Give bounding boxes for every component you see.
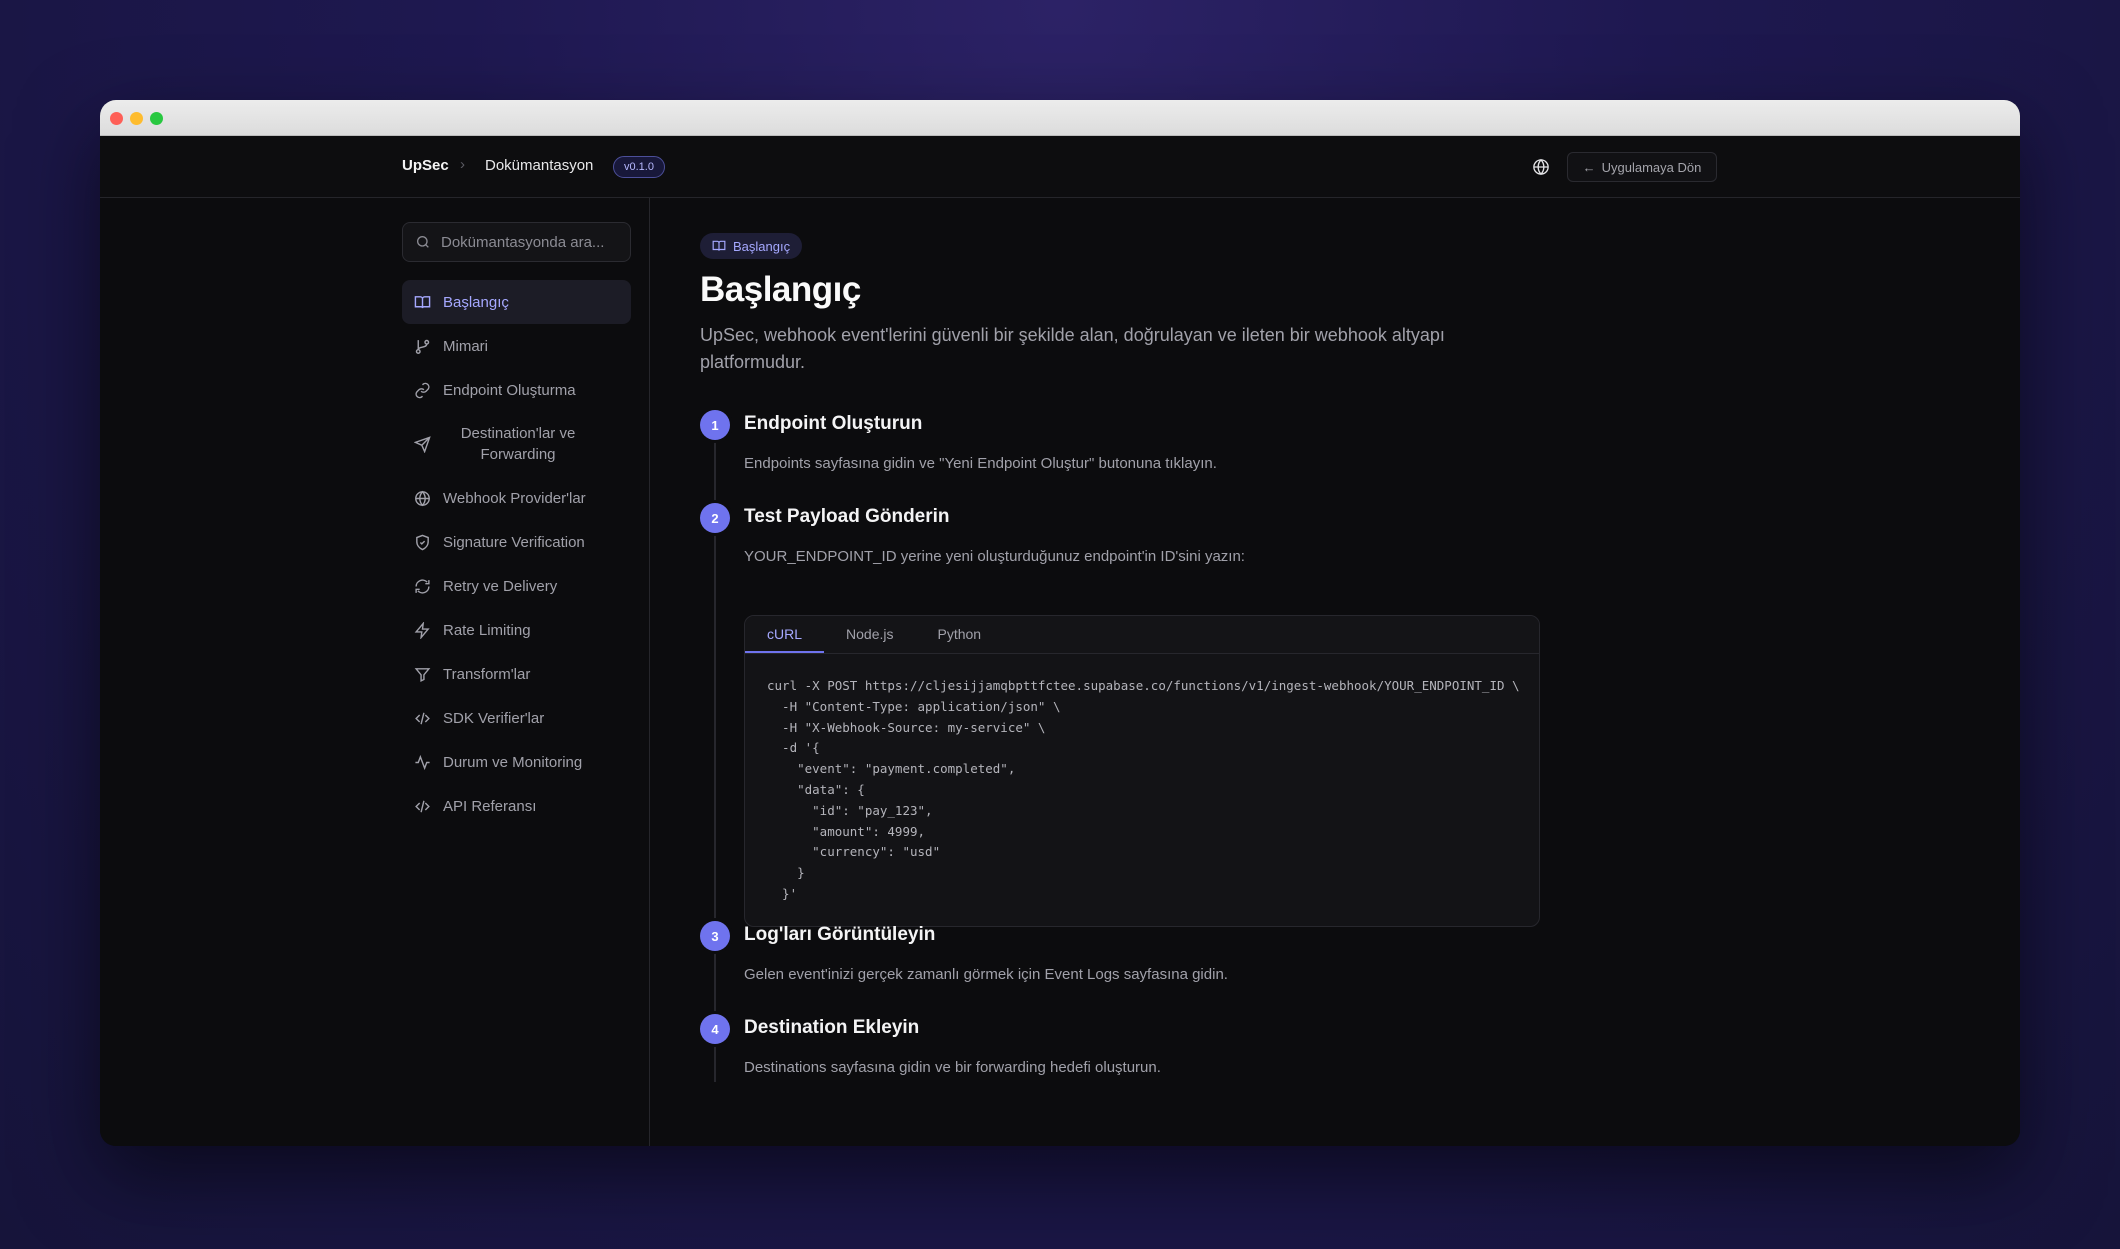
book-open-icon	[712, 240, 726, 251]
book-open-icon	[414, 295, 431, 308]
link-icon	[415, 382, 430, 398]
breadcrumb-separator: ›	[460, 156, 465, 173]
sidebar-item-transforms[interactable]: Transform'lar	[402, 652, 631, 696]
code-example: cURL Node.js Python curl -X POST https:/…	[744, 615, 1540, 927]
step-title: Test Payload Gönderin	[744, 506, 950, 527]
step-title: Endpoint Oluşturun	[744, 413, 923, 434]
sidebar-item-mimari[interactable]: Mimari	[402, 324, 631, 368]
docs-nav: Başlangıç Mimari Endpoint Oluşturma Dest…	[402, 280, 631, 828]
globe-icon	[415, 490, 430, 506]
sidebar-item-label: Transform'lar	[443, 665, 531, 683]
activity-icon	[415, 754, 430, 770]
sidebar-item-label: Mimari	[443, 337, 488, 355]
sidebar-item-endpoint[interactable]: Endpoint Oluşturma	[402, 368, 631, 412]
sidebar-item-retry[interactable]: Retry ve Delivery	[402, 564, 631, 608]
step-text: Destinations sayfasına gidin ve bir forw…	[744, 1059, 1161, 1076]
tab-python[interactable]: Python	[915, 616, 1003, 653]
send-icon	[414, 435, 431, 453]
step-title: Log'ları Görüntüleyin	[744, 924, 936, 945]
sidebar-item-label: API Referansı	[443, 797, 537, 815]
docs-content: Başlangıç Başlangıç UpSec, webhook event…	[651, 198, 2020, 1146]
step-text: Gelen event'inizi gerçek zamanlı görmek …	[744, 966, 1228, 983]
browser-window: UpSec › Dokümantasyon v0.1.0 ← Uygulamay…	[100, 100, 2020, 1146]
code-block[interactable]: curl -X POST https://cljesijjamqbpttfcte…	[745, 654, 1539, 926]
sidebar-item-sdk[interactable]: SDK Verifier'lar	[402, 696, 631, 740]
step-title: Destination Ekleyin	[744, 1017, 920, 1038]
sidebar-item-destinations[interactable]: Destination'lar ve Forwarding	[402, 412, 631, 476]
sidebar-item-monitoring[interactable]: Durum ve Monitoring	[402, 740, 631, 784]
breadcrumb[interactable]: Dokümantasyon	[485, 157, 593, 174]
section-badge-label: Başlangıç	[733, 238, 791, 254]
brand-logo[interactable]: UpSec	[402, 157, 449, 174]
sidebar-item-label: Endpoint Oluşturma	[443, 381, 576, 399]
section-badge: Başlangıç	[700, 233, 803, 259]
steps-list: 1 Endpoint Oluşturun Endpoints sayfasına…	[700, 410, 1560, 1082]
step-text: YOUR_ENDPOINT_ID yerine yeni oluşturduğu…	[744, 548, 1245, 565]
sidebar-item-label: Rate Limiting	[443, 621, 531, 639]
minimize-window-button[interactable]	[130, 112, 143, 125]
tab-curl[interactable]: cURL	[745, 616, 825, 653]
version-badge: v0.1.0	[613, 156, 665, 178]
refresh-icon	[415, 578, 430, 594]
step-number: 1	[700, 410, 730, 440]
step-text: Endpoints sayfasına gidin ve "Yeni Endpo…	[744, 455, 1217, 472]
search-input[interactable]	[441, 233, 621, 251]
language-globe-icon[interactable]	[1532, 158, 1550, 176]
sidebar-item-label: Başlangıç	[443, 293, 509, 311]
code-icon	[415, 800, 430, 812]
filter-icon	[414, 667, 431, 682]
shield-icon	[416, 534, 429, 550]
page-title: Başlangıç	[700, 270, 861, 309]
sidebar-item-label: Durum ve Monitoring	[443, 753, 583, 771]
sidebar-item-label: Retry ve Delivery	[443, 577, 558, 595]
sidebar-item-baslangic[interactable]: Başlangıç	[402, 280, 631, 324]
top-navigation: UpSec › Dokümantasyon v0.1.0 ← Uygulamay…	[100, 136, 2020, 198]
step-number: 3	[700, 921, 730, 951]
step-number: 2	[700, 503, 730, 533]
sidebar-item-label: SDK Verifier'lar	[443, 709, 545, 727]
maximize-window-button[interactable]	[150, 112, 163, 125]
code-icon	[415, 712, 430, 724]
git-branch-icon	[415, 339, 430, 354]
back-to-app-button[interactable]: ← Uygulamaya Dön	[1567, 152, 1717, 182]
step-number: 4	[700, 1014, 730, 1044]
zap-icon	[414, 621, 430, 639]
search-icon	[417, 236, 429, 248]
sidebar-item-api[interactable]: API Referansı	[402, 784, 631, 828]
docs-search[interactable]	[402, 222, 631, 262]
window-titlebar	[100, 100, 2020, 136]
code-tabs: cURL Node.js Python	[745, 616, 1539, 654]
arrow-left-icon: ←	[1582, 159, 1596, 175]
sidebar-item-label: Webhook Provider'lar	[443, 489, 586, 507]
tab-nodejs[interactable]: Node.js	[824, 616, 915, 653]
page-description: UpSec, webhook event'lerini güvenli bir …	[700, 325, 1445, 372]
sidebar-item-signature[interactable]: Signature Verification	[402, 520, 631, 564]
close-window-button[interactable]	[110, 112, 123, 125]
sidebar-item-label: Signature Verification	[443, 533, 585, 551]
sidebar-item-label: Destination'lar ve Forwarding	[460, 425, 576, 463]
sidebar-item-providers[interactable]: Webhook Provider'lar	[402, 476, 631, 520]
back-to-app-label: Uygulamaya Dön	[1601, 159, 1702, 175]
docs-sidebar: Başlangıç Mimari Endpoint Oluşturma Dest…	[100, 198, 650, 1146]
sidebar-item-rate-limiting[interactable]: Rate Limiting	[402, 608, 631, 652]
